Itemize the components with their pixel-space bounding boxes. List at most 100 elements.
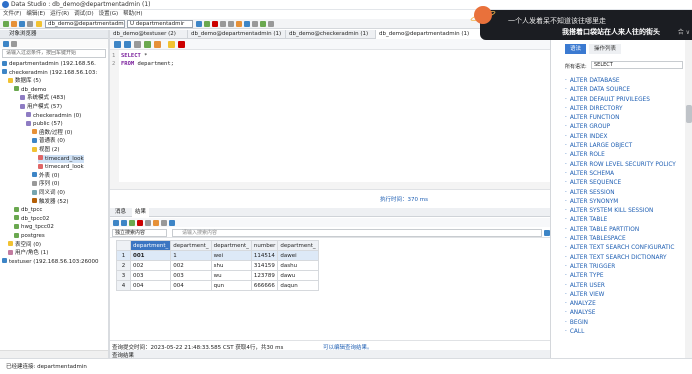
column-header[interactable]: department_: [129, 240, 172, 251]
syntax-item[interactable]: ALTER INDEX: [565, 133, 683, 142]
syntax-item[interactable]: ALTER ROW LEVEL SECURITY POLICY: [565, 161, 683, 170]
tree-node[interactable]: timecard_look: [38, 154, 84, 163]
collapse-icon[interactable]: [11, 41, 17, 47]
table-cell[interactable]: 003: [170, 270, 212, 281]
editor-horizontal-scrollbar[interactable]: [110, 182, 550, 189]
syntax-item[interactable]: ALTER USER: [565, 282, 683, 291]
table-cell[interactable]: dawu: [277, 270, 319, 281]
tab-editor-testuser[interactable]: db_demo@testuser (2): [110, 30, 188, 39]
tree-node[interactable]: 系统模式 (483): [20, 94, 66, 102]
history-icon[interactable]: [244, 21, 250, 27]
column-header[interactable]: department_: [277, 240, 319, 251]
syntax-item[interactable]: ALTER LARGE OBJECT: [565, 142, 683, 151]
new-connection-icon[interactable]: [3, 21, 9, 27]
execute-icon[interactable]: [196, 21, 202, 27]
tree-node[interactable]: departmentadmin (192.168.56.: [2, 60, 96, 68]
syntax-item[interactable]: BEGIN: [565, 319, 683, 328]
syntax-item[interactable]: ANALYSE: [565, 309, 683, 318]
tree-horizontal-scrollbar[interactable]: [0, 350, 108, 358]
tree-node[interactable]: 用户模式 (57): [20, 103, 62, 111]
syntax-item[interactable]: ALTER GROUP: [565, 123, 683, 132]
tree-node[interactable]: 触发器 (52): [32, 198, 69, 206]
menu-debug[interactable]: 调试(D): [74, 10, 94, 19]
tab-results[interactable]: 结果: [132, 208, 150, 217]
format-icon[interactable]: [220, 21, 226, 27]
delete-row-icon[interactable]: [137, 220, 143, 226]
table-cell[interactable]: 314159: [250, 260, 279, 271]
syntax-item[interactable]: ALTER DATABASE: [565, 77, 683, 86]
help-icon[interactable]: [268, 21, 274, 27]
syntax-item[interactable]: ALTER SCHEMA: [565, 170, 683, 179]
tree-node[interactable]: checkeradmin (192.168.56.103:: [2, 69, 97, 77]
syntax-item[interactable]: ALTER TEXT SEARCH CONFIGURATIC: [565, 244, 683, 253]
table-cell[interactable]: 123789: [250, 270, 279, 281]
table-cell[interactable]: 001: [129, 250, 172, 261]
object-search-input[interactable]: 请输入过滤条件，按回车键开始: [2, 49, 106, 58]
syntax-item[interactable]: ALTER TYPE: [565, 272, 683, 281]
column-header[interactable]: department_: [170, 240, 212, 251]
tree-node[interactable]: 普通表 (0): [32, 137, 65, 145]
table-cell[interactable]: 666666: [250, 280, 279, 291]
tree-node[interactable]: postgres: [14, 232, 45, 240]
tab-operations[interactable]: 操作列表: [589, 44, 622, 54]
tree-node[interactable]: 表空间 (0): [8, 241, 41, 249]
syntax-item[interactable]: ALTER TABLE PARTITION: [565, 226, 683, 235]
table-cell[interactable]: wu: [210, 270, 252, 281]
rollback-icon[interactable]: [212, 21, 218, 27]
tree-node[interactable]: 序列 (0): [32, 180, 60, 188]
tree-node[interactable]: hwg_tpcc02: [14, 223, 54, 231]
tree-node[interactable]: 视图 (2): [32, 146, 60, 154]
syntax-item[interactable]: ALTER DATA SOURCE: [565, 86, 683, 95]
paste-icon[interactable]: [121, 220, 127, 226]
table-row[interactable]: 3 003 003 wu 123789 dawu: [116, 270, 319, 281]
tree-node[interactable]: public (57): [26, 120, 63, 128]
syntax-filter-select[interactable]: SELECT: [591, 61, 683, 69]
connection-selector[interactable]: db_demo@departmentadmin: [45, 20, 125, 28]
export-results-icon[interactable]: [153, 220, 159, 226]
explain-icon[interactable]: [154, 41, 161, 48]
refresh-icon[interactable]: [19, 21, 25, 27]
table-cell[interactable]: dawei: [277, 250, 319, 261]
commit-icon[interactable]: [204, 21, 210, 27]
syntax-item[interactable]: ALTER FUNCTION: [565, 114, 683, 123]
table-row[interactable]: 2 002 002 shu 314159 dashu: [116, 260, 319, 271]
clear-icon[interactable]: [178, 41, 185, 48]
export-icon[interactable]: [236, 21, 242, 27]
table-row[interactable]: 4 004 004 qun 666666 daqun: [116, 280, 319, 291]
syntax-scrollbar[interactable]: [685, 30, 692, 358]
tab-messages[interactable]: 消息: [112, 208, 129, 217]
table-cell[interactable]: 1: [170, 250, 212, 261]
table-cell[interactable]: wei: [210, 250, 252, 261]
syntax-item[interactable]: ALTER VIEW: [565, 291, 683, 300]
tree-node[interactable]: checkeradmin (0): [26, 112, 81, 120]
tab-editor-checkeradmin[interactable]: db_demo@checkeradmin (1): [286, 30, 376, 39]
run-step-icon[interactable]: [124, 41, 131, 48]
table-cell[interactable]: shu: [210, 260, 252, 271]
sql-editor[interactable]: 1 SELECT * 2 FROM department;: [110, 50, 550, 182]
stop-icon[interactable]: [134, 41, 141, 48]
tree-node[interactable]: db_tpcc02: [14, 215, 49, 223]
tree-node[interactable]: testuser (192.168.56.103:26000: [2, 258, 99, 266]
result-search-input[interactable]: 请输入搜索内容: [172, 229, 542, 237]
menu-file[interactable]: 文件(F): [3, 10, 21, 19]
tree-node[interactable]: db_tpcc: [14, 206, 42, 214]
menu-help[interactable]: 帮助(H): [123, 10, 142, 19]
table-cell[interactable]: 002: [129, 260, 172, 271]
copy-icon[interactable]: [113, 220, 119, 226]
syntax-item[interactable]: ALTER SEQUENCE: [565, 179, 683, 188]
table-cell[interactable]: 114514: [250, 250, 279, 261]
syntax-item[interactable]: ALTER TABLE: [565, 216, 683, 225]
tree-node[interactable]: db_demo: [14, 86, 46, 94]
debug-icon[interactable]: [260, 21, 266, 27]
tab-syntax[interactable]: 语法: [565, 44, 587, 54]
tree-node[interactable]: 数据库 (5): [8, 77, 41, 85]
syntax-item[interactable]: ALTER DIRECTORY: [565, 105, 683, 114]
tree-node[interactable]: 用户/角色 (1): [8, 249, 48, 257]
settings-icon[interactable]: [27, 21, 33, 27]
lyrics-controls[interactable]: 合 ∨: [678, 27, 690, 36]
tree-node[interactable]: 外表 (0): [32, 172, 60, 180]
syntax-item[interactable]: ALTER SYNONYM: [565, 198, 683, 207]
commit-query-icon[interactable]: [144, 41, 151, 48]
filter-icon[interactable]: [145, 220, 151, 226]
tab-editor-departmentadmin[interactable]: db_demo@departmentadmin (1): [188, 30, 286, 39]
